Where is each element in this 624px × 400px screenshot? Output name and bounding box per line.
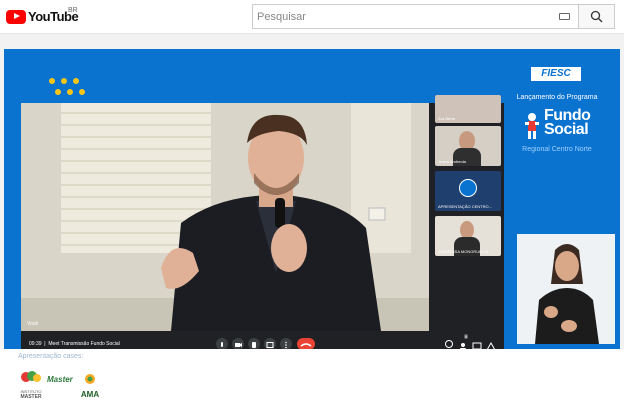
participant-name: Ara Berta (438, 116, 455, 121)
speaker-image (21, 103, 429, 331)
participant-name: ANDRESSA MONGRUEL N... (438, 249, 492, 254)
keyboard-icon[interactable] (559, 13, 570, 20)
participant-tile[interactable]: ANDRESSA MONGRUEL N... (435, 216, 501, 256)
youtube-header: YouTube BR (0, 0, 624, 34)
participant-tiles: Ara Berta Juana Andreola APRESENTAÇÃO CE… (431, 95, 504, 331)
search-box (252, 4, 578, 29)
interpreter-image (517, 234, 615, 344)
participant-tile[interactable]: Juana Andreola (435, 126, 501, 166)
self-view-label: Você (27, 321, 39, 327)
video-player[interactable]: FIESC Lançamento do Programa Fundo Socia… (4, 49, 620, 358)
meet-title: Meet Transmissão Fundo Social (48, 341, 120, 347)
region-code: BR (68, 7, 78, 14)
cases-label: Apresentação cases: (18, 353, 84, 360)
decorative-dots (49, 78, 87, 100)
instituto-master-icon (21, 371, 41, 382)
sign-language-interpreter-video (517, 234, 615, 344)
participant-name: APRESENTAÇÃO CENTRO... (438, 204, 492, 209)
participant-tile[interactable]: Ara Berta (435, 95, 501, 123)
launch-text: Lançamento do Programa (516, 94, 598, 101)
ama-logo: AMA (79, 372, 101, 399)
fundo-social-line2: Social (544, 121, 589, 138)
ama-icon (85, 374, 95, 384)
search-button[interactable] (578, 4, 615, 29)
fundo-social-logo: Fundo Social (544, 108, 591, 138)
main-speaker-video: Você (21, 103, 429, 331)
search-icon (590, 10, 603, 23)
meet-window: Você Ara Berta Juana Andreola APRESENTAÇ… (21, 95, 504, 358)
meet-time-title: 09:39 | Meet Transmissão Fundo Social (29, 341, 120, 347)
ama-text: AMA (80, 390, 100, 399)
fiesc-logo: FIESC (531, 67, 581, 81)
regional-text: Regional Centro Norte (522, 146, 592, 153)
instituto-master-line2: MASTER (20, 394, 42, 400)
master-logo: Master (47, 375, 73, 384)
youtube-play-icon (6, 9, 26, 24)
search-input[interactable] (253, 5, 553, 28)
fundo-social-mascot-icon (525, 113, 539, 139)
participant-name: Juana Andreola (438, 159, 466, 164)
youtube-logo[interactable]: YouTube BR (6, 7, 79, 24)
meet-time: 09:39 (29, 341, 42, 347)
participants-button[interactable]: 8 (458, 334, 469, 351)
participants-count: 8 (464, 334, 469, 339)
info-icon[interactable] (445, 340, 453, 348)
participant-tile[interactable]: APRESENTAÇÃO CENTRO... (435, 171, 501, 211)
instituto-master-logo: INSTITUTO MASTER (16, 370, 46, 400)
